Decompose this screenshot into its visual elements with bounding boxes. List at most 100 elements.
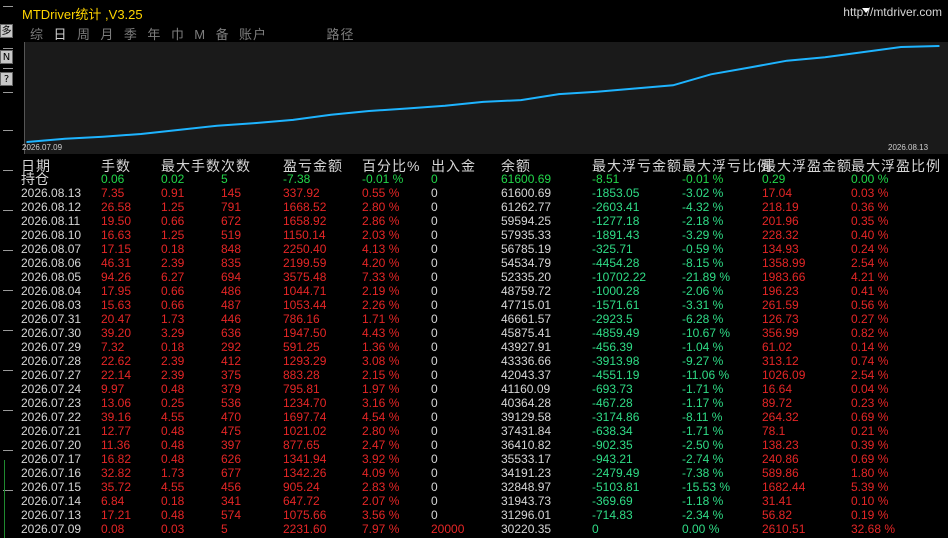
cell-max-float-profit: 589.86 [762, 466, 799, 480]
cell-max-float-profit-pct: 0.21 % [851, 424, 889, 438]
balance-point [520, 99, 522, 101]
table-row[interactable]: 2026.07.31 20.47 1.73 446 786.16 1.71 % 0 46661… [16, 312, 948, 326]
cell-date: 2026.07.29 [21, 340, 82, 354]
table-row[interactable]: 2026.08.06 46.31 2.39 835 2199.59 4.20 % 0 5453… [16, 256, 948, 270]
tab-daily[interactable]: 日 [53, 24, 67, 43]
cell-max-lots: 0.03 [161, 522, 185, 536]
cell-pnl: 1150.14 [283, 228, 326, 242]
cell-pnl: 1075.66 [283, 508, 327, 522]
cell-max-lots: 0.66 [161, 298, 185, 312]
table-row[interactable]: 2026.07.15 35.72 4.55 456 905.24 2.83 % 0 32848… [16, 480, 948, 494]
tab-account[interactable]: 账户 [239, 24, 267, 43]
cell-balance: 36410.82 [501, 438, 552, 452]
table-row[interactable]: 2026.07.16 32.82 1.73 677 1342.26 4.09 % 0 3419… [16, 466, 948, 480]
cell-lots: 7.32 [101, 340, 125, 354]
cell-date: 2026.07.16 [21, 466, 82, 480]
cell-max-lots: 0.48 [161, 508, 185, 522]
table-row[interactable]: 2026.07.20 11.36 0.48 397 877.65 2.47 % 0 36410… [16, 438, 948, 452]
cell-max-lots: 0.48 [161, 424, 185, 438]
cell-lots: 22.14 [101, 368, 132, 382]
cell-date: 2026.08.11 [21, 214, 81, 228]
table-row[interactable]: 2026.08.07 17.15 0.18 848 2250.40 4.13 % 0 5678… [16, 242, 948, 256]
cell-lots: 39.16 [101, 410, 132, 424]
cell-max-float-loss: -1000.28 [592, 284, 640, 298]
balance-point [140, 133, 142, 135]
site-link[interactable]: http://mtdriver.com [843, 5, 942, 19]
table-row[interactable]: 2026.08.10 16.63 1.25 519 1150.14 2.03 % 0 5793… [16, 228, 948, 242]
cell-max-float-profit-pct: 0.14 % [851, 340, 889, 354]
hold-row[interactable]: 持仓 0.06 0.02 5 -7.38 -0.01 % 0 61600.69 -8.51 -0.… [16, 172, 948, 186]
table-row[interactable]: 2026.08.13 7.35 0.91 145 337.92 0.55 % 0 61600.… [16, 186, 948, 200]
cell-balance: 31943.73 [501, 494, 552, 508]
balance-point [178, 129, 180, 131]
cell-date: 2026.07.09 [21, 522, 82, 536]
cell-count: 456 [221, 480, 242, 494]
table-row[interactable]: 2026.08.11 19.50 0.66 672 1658.92 2.86 % 0 5959… [16, 214, 948, 228]
table-row[interactable]: 2026.07.27 22.14 2.39 375 883.28 2.15 % 0 42043… [16, 368, 948, 382]
left-button-n[interactable]: N [0, 50, 13, 64]
balance-point [444, 105, 446, 107]
table-row[interactable]: 2026.07.13 17.21 0.48 574 1075.66 3.56 % 0 3129… [16, 508, 948, 522]
table-row[interactable]: 2026.07.23 13.06 0.25 536 1234.70 3.16 % 0 4036… [16, 396, 948, 410]
cell-max-float-profit-pct: 0.27 % [851, 312, 889, 326]
table-row[interactable]: 2026.07.28 22.62 2.39 412 1293.29 3.08 % 0 4333… [16, 354, 948, 368]
cell-percent: 2.80 % [362, 424, 400, 438]
tab-symbol[interactable]: 巾 [171, 24, 185, 43]
cell-count: 574 [221, 508, 242, 522]
tab-magic[interactable]: M [194, 27, 206, 42]
cell-max-float-profit-pct: 0.69 % [851, 452, 889, 466]
cell-date: 2026.08.10 [21, 228, 82, 242]
cell-deposit: 0 [431, 242, 438, 256]
cell-date: 2026.07.28 [21, 354, 82, 368]
chart-x-end-label: 2026.08.13 [888, 143, 929, 152]
cell-count: 672 [221, 214, 242, 228]
tab-quarterly[interactable]: 季 [124, 24, 138, 43]
table-row[interactable]: 2026.08.03 15.63 0.66 487 1053.44 2.26 % 0 4771… [16, 298, 948, 312]
table-row[interactable]: 2026.07.17 16.82 0.48 626 1341.94 3.92 % 0 3553… [16, 452, 948, 466]
table-row[interactable]: 2026.07.22 39.16 4.55 470 1697.74 4.54 % 0 3912… [16, 410, 948, 424]
cell-deposit: 0 [431, 200, 438, 214]
cell-pnl: 591.25 [283, 340, 320, 354]
table-row[interactable]: 2026.07.30 39.20 3.29 636 1947.50 4.43 % 0 4587… [16, 326, 948, 340]
cell-max-float-profit: 196.23 [762, 284, 799, 298]
cell-count: 694 [221, 270, 242, 284]
cell-percent: 3.16 % [362, 396, 400, 410]
cell-max-float-loss: -3913.98 [592, 354, 640, 368]
cell-pnl: 3575.48 [283, 270, 327, 284]
cell-max-float-loss-pct: -11.06 % [682, 368, 730, 382]
table-row[interactable]: 2026.07.09 0.08 0.03 5 2231.60 7.97 % 20000 302… [16, 522, 948, 536]
cell-max-float-loss: -1891.43 [592, 228, 640, 242]
left-tick [3, 210, 13, 211]
tab-monthly[interactable]: 月 [100, 24, 114, 43]
cell-balance: 37431.84 [501, 424, 552, 438]
cell-max-float-loss: -2479.49 [592, 466, 640, 480]
cell-max-lots: 1.25 [161, 200, 185, 214]
table-row[interactable]: 2026.08.12 26.58 1.25 791 1668.52 2.80 % 0 6126… [16, 200, 948, 214]
left-button-multi[interactable]: 多 [0, 24, 13, 38]
table-row[interactable]: 2026.08.04 17.95 0.66 486 1044.71 2.19 % 0 4875… [16, 284, 948, 298]
tab-summary[interactable]: 综 [30, 24, 44, 43]
table-row[interactable]: 2026.07.29 7.32 0.18 292 591.25 1.36 % 0 43927.… [16, 340, 948, 354]
cell-date: 2026.08.13 [21, 186, 82, 200]
cell-pnl: 883.28 [283, 368, 320, 382]
cell-max-float-loss-pct: -21.89 % [682, 270, 731, 284]
left-button-help[interactable]: ? [0, 72, 13, 86]
cell-max-float-loss-pct: 0.00 % [682, 522, 720, 536]
cell-lots: 13.06 [101, 396, 132, 410]
cell-max-float-profit: 1983.66 [762, 270, 806, 284]
cell-max-float-profit: 2610.51 [762, 522, 806, 536]
table-row[interactable]: 2026.07.14 6.84 0.18 341 647.72 2.07 % 0 31943.… [16, 494, 948, 508]
cell-lots: 46.31 [101, 256, 132, 270]
balance-point [216, 124, 218, 127]
table-row[interactable]: 2026.08.05 94.26 6.27 694 3575.48 7.33 % 0 5233… [16, 270, 948, 284]
cell-max-lots: 0.48 [161, 382, 185, 396]
cell-deposit: 0 [431, 410, 438, 424]
cell-max-lots: 0.66 [161, 214, 185, 228]
tab-path[interactable]: 路径 [327, 24, 355, 43]
tab-note[interactable]: 备 [216, 24, 230, 43]
tab-weekly[interactable]: 周 [77, 24, 91, 43]
left-tick [3, 330, 13, 331]
table-row[interactable]: 2026.07.24 9.97 0.48 379 795.81 1.97 % 0 41160.… [16, 382, 948, 396]
table-row[interactable]: 2026.07.21 12.77 0.48 475 1021.02 2.80 % 0 3743… [16, 424, 948, 438]
tab-yearly[interactable]: 年 [147, 24, 161, 43]
